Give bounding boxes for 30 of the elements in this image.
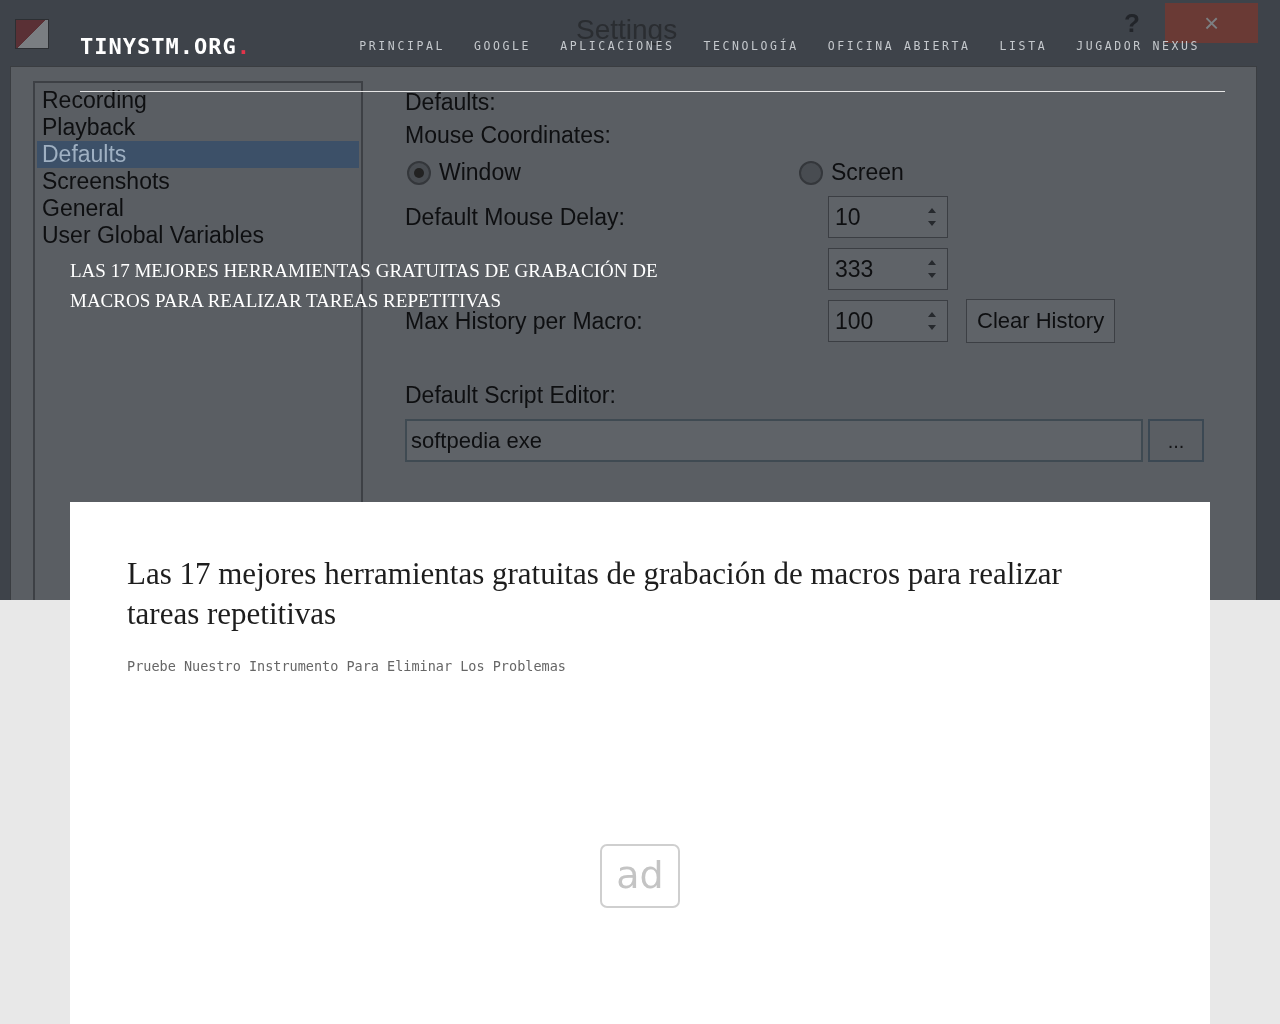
settings-list-item[interactable]: Recording bbox=[37, 87, 359, 114]
radio-label: Window bbox=[439, 159, 521, 186]
radio-button[interactable] bbox=[799, 160, 823, 185]
ad-badge: ad bbox=[600, 844, 680, 908]
nav-link[interactable]: PRINCIPAL bbox=[359, 39, 445, 53]
radio-button[interactable] bbox=[407, 160, 431, 185]
number-spinner[interactable]: 100 bbox=[828, 300, 948, 342]
window-icon bbox=[15, 19, 49, 49]
nav-link[interactable]: OFICINA ABIERTA bbox=[827, 39, 971, 53]
number-spinner[interactable]: 10 bbox=[828, 196, 948, 238]
article-title: Las 17 mejores herramientas gratuitas de grabación de macros para realizar tareas repetitivas bbox=[127, 555, 1063, 633]
settings-list-item[interactable]: Screenshots bbox=[37, 168, 359, 195]
radio-label: Screen bbox=[831, 159, 904, 186]
site-logo[interactable]: TINYSTM.ORG. bbox=[80, 33, 251, 59]
script-editor-field[interactable]: softpedia exe bbox=[405, 419, 1143, 462]
settings-list-item[interactable]: Defaults bbox=[37, 141, 359, 168]
article-subtitle: Pruebe Nuestro Instrumento Para Eliminar Los Problemas bbox=[127, 658, 567, 674]
clear-history-button[interactable]: Clear History bbox=[966, 299, 1116, 343]
nav-link[interactable]: TECNOLOGÍA bbox=[703, 39, 799, 53]
field-label: Default Script Editor: bbox=[405, 382, 617, 409]
nav-link[interactable]: LISTA bbox=[999, 39, 1048, 53]
settings-list-item[interactable]: User Global Variables bbox=[37, 222, 359, 249]
number-spinner[interactable]: 333 bbox=[828, 248, 948, 290]
field-label: Mouse Coordinates: bbox=[405, 122, 612, 149]
settings-list-item[interactable]: General bbox=[37, 195, 359, 222]
settings-list-item[interactable]: Playback bbox=[37, 114, 359, 141]
section-label: Defaults: bbox=[405, 89, 497, 116]
browse-button[interactable]: ... bbox=[1148, 419, 1204, 462]
nav-link[interactable]: GOOGLE bbox=[474, 39, 532, 53]
field-label: Default Mouse Delay: bbox=[405, 203, 626, 231]
